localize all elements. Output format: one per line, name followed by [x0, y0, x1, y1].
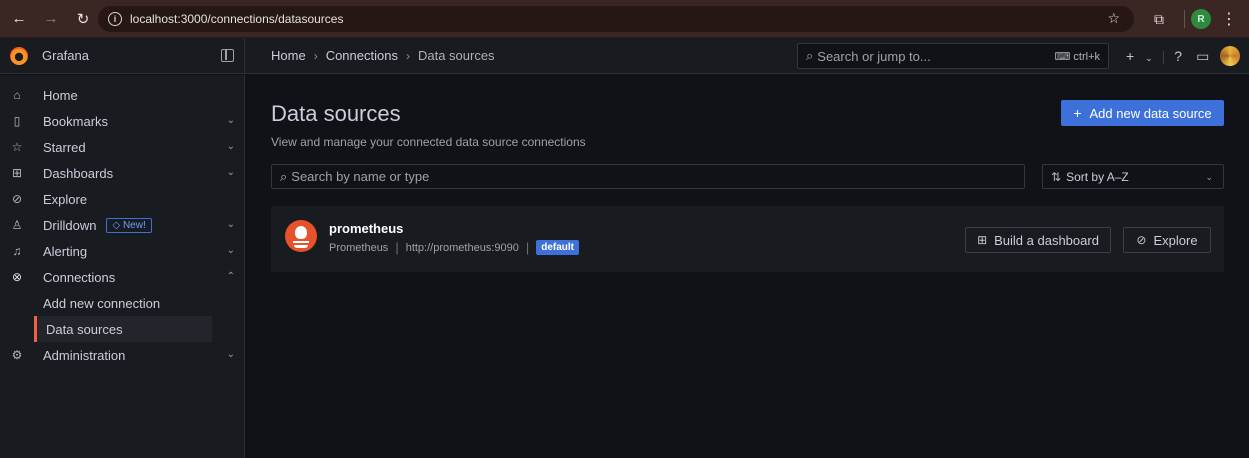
datasource-meta: Prometheus | http://prometheus:9090 | de…	[329, 240, 580, 255]
meta-divider: |	[525, 240, 530, 255]
chevron-down-icon[interactable]: ⌄	[227, 115, 235, 126]
page-subtitle: View and manage your connected data sour…	[271, 135, 586, 149]
dock-menu-icon[interactable]	[221, 48, 234, 62]
sidebar-item-drilldown[interactable]: ♙ Drilldown ◇ New! ⌄	[0, 212, 244, 238]
sort-select[interactable]: ⇅ Sort by A–Z ⌄	[1042, 164, 1224, 189]
logo-area: Grafana	[0, 37, 245, 74]
breadcrumb-data-sources: Data sources	[417, 48, 495, 63]
back-icon[interactable]: ←	[8, 8, 30, 30]
chevron-down-icon[interactable]: ⌄	[227, 245, 235, 256]
forward-icon[interactable]: →	[40, 8, 62, 30]
sidebar-item-data-sources[interactable]: Data sources	[34, 316, 212, 342]
chevron-down-icon[interactable]: ⌄	[227, 167, 235, 178]
reload-icon[interactable]: ↻	[72, 8, 94, 30]
global-search-input[interactable]: ⌕ Search or jump to... ⌨ ctrl+k	[797, 43, 1109, 69]
breadcrumb: Home › Connections › Data sources	[245, 48, 495, 63]
chevron-down-icon[interactable]: ⌄	[227, 141, 235, 152]
datasource-card[interactable]: prometheus Prometheus | http://prometheu…	[271, 206, 1224, 272]
browser-menu-icon[interactable]: ⋮	[1221, 9, 1237, 29]
bookmark-star-icon[interactable]: ☆	[1107, 10, 1120, 27]
sidebar-nav: ⌂ Home ▯ Bookmarks ⌄ ☆ Starred ⌄ ⊞ Dashb…	[0, 75, 245, 458]
datasource-search-input[interactable]: ⌕ Search by name or type	[271, 164, 1025, 189]
chevron-up-icon[interactable]: ⌃	[227, 271, 235, 282]
site-info-icon[interactable]: i	[108, 12, 122, 26]
toolbar-divider	[1184, 10, 1185, 28]
chevron-down-icon[interactable]: ⌄	[227, 349, 235, 360]
default-badge: default	[536, 240, 580, 255]
add-new-data-source-button[interactable]: + Add new data source	[1061, 100, 1224, 126]
sidebar-item-home[interactable]: ⌂ Home	[0, 82, 244, 108]
rocket-icon: ◇	[112, 219, 123, 231]
sort-label: Sort by A–Z	[1066, 169, 1129, 184]
chevron-right-icon: ›	[313, 48, 318, 63]
dashboards-icon: ⊞	[977, 233, 988, 247]
compass-icon: ⊘	[1136, 233, 1147, 247]
sidebar-item-explore[interactable]: ⊘ Explore	[0, 186, 244, 212]
prometheus-logo-icon	[285, 220, 317, 252]
sidebar-item-administration[interactable]: ⚙ Administration ⌄	[0, 342, 244, 368]
home-icon: ⌂	[13, 88, 21, 102]
datasource-name[interactable]: prometheus	[329, 221, 403, 236]
keyboard-shortcut: ⌨ ctrl+k	[1054, 51, 1100, 63]
bell-icon: ♫	[12, 244, 22, 258]
breadcrumb-home[interactable]: Home	[271, 48, 306, 63]
profile-avatar[interactable]: R	[1191, 9, 1211, 29]
sidebar-item-alerting[interactable]: ♫ Alerting ⌄	[0, 238, 244, 264]
dashboards-icon: ⊞	[11, 166, 23, 180]
add-menu-button[interactable]: + ⌄	[1119, 48, 1153, 64]
explore-button[interactable]: ⊘ Explore	[1123, 227, 1211, 253]
search-icon: ⌕	[280, 168, 288, 184]
sidebar-item-dashboards[interactable]: ⊞ Dashboards ⌄	[0, 160, 244, 186]
breadcrumb-connections[interactable]: Connections	[326, 48, 398, 63]
chevron-down-icon: ⌄	[1205, 172, 1213, 182]
datasource-type: Prometheus	[329, 241, 389, 254]
meta-divider: |	[395, 240, 399, 255]
star-icon: ☆	[11, 140, 23, 154]
search-icon: ⌕	[806, 48, 814, 63]
new-badge: ◇ New!	[106, 217, 152, 233]
connections-icon: ⊗	[11, 270, 23, 284]
sidebar-item-starred[interactable]: ☆ Starred ⌄	[0, 134, 244, 160]
sidebar-item-connections[interactable]: ⊗ Connections ⌃	[0, 264, 244, 290]
datasource-url: http://prometheus:9090	[405, 241, 519, 254]
extensions-icon[interactable]: ⧉	[1146, 6, 1172, 32]
grafana-topbar: Grafana Home › Connections › Data source…	[0, 37, 1249, 74]
sort-icon: ⇅	[1051, 169, 1062, 184]
sidebar-item-add-new-connection[interactable]: Add new connection	[0, 290, 244, 316]
user-avatar[interactable]	[1220, 46, 1241, 66]
compass-icon: ⊘	[11, 192, 23, 206]
grafana-logo-icon[interactable]	[10, 46, 28, 65]
gear-icon: ⚙	[11, 348, 23, 362]
help-icon[interactable]: ?	[1174, 48, 1182, 64]
keyboard-icon: ⌨	[1054, 51, 1074, 63]
app-name: Grafana	[42, 48, 89, 63]
url-text: localhost:3000/connections/datasources	[130, 12, 344, 26]
build-dashboard-button[interactable]: ⊞ Build a dashboard	[965, 227, 1111, 253]
search-placeholder: Search by name or type	[291, 169, 430, 184]
bookmark-icon: ▯	[13, 114, 21, 128]
page-title: Data sources	[271, 101, 401, 126]
sidebar-item-bookmarks[interactable]: ▯ Bookmarks ⌄	[0, 108, 244, 134]
drilldown-icon: ♙	[11, 218, 23, 232]
news-icon[interactable]: ▭	[1196, 48, 1209, 65]
chevron-down-icon: ⌄	[1145, 53, 1153, 63]
browser-toolbar: ← → ↻ i localhost:3000/connections/datas…	[0, 0, 1249, 38]
address-bar[interactable]: i localhost:3000/connections/datasources…	[98, 6, 1134, 32]
main-content: Data sources View and manage your connec…	[246, 75, 1249, 458]
plus-icon: +	[1073, 105, 1082, 121]
topbar-divider: |	[1161, 48, 1166, 64]
search-placeholder: Search or jump to...	[817, 48, 931, 64]
chevron-right-icon: ›	[405, 48, 410, 63]
chevron-down-icon[interactable]: ⌄	[227, 219, 235, 230]
